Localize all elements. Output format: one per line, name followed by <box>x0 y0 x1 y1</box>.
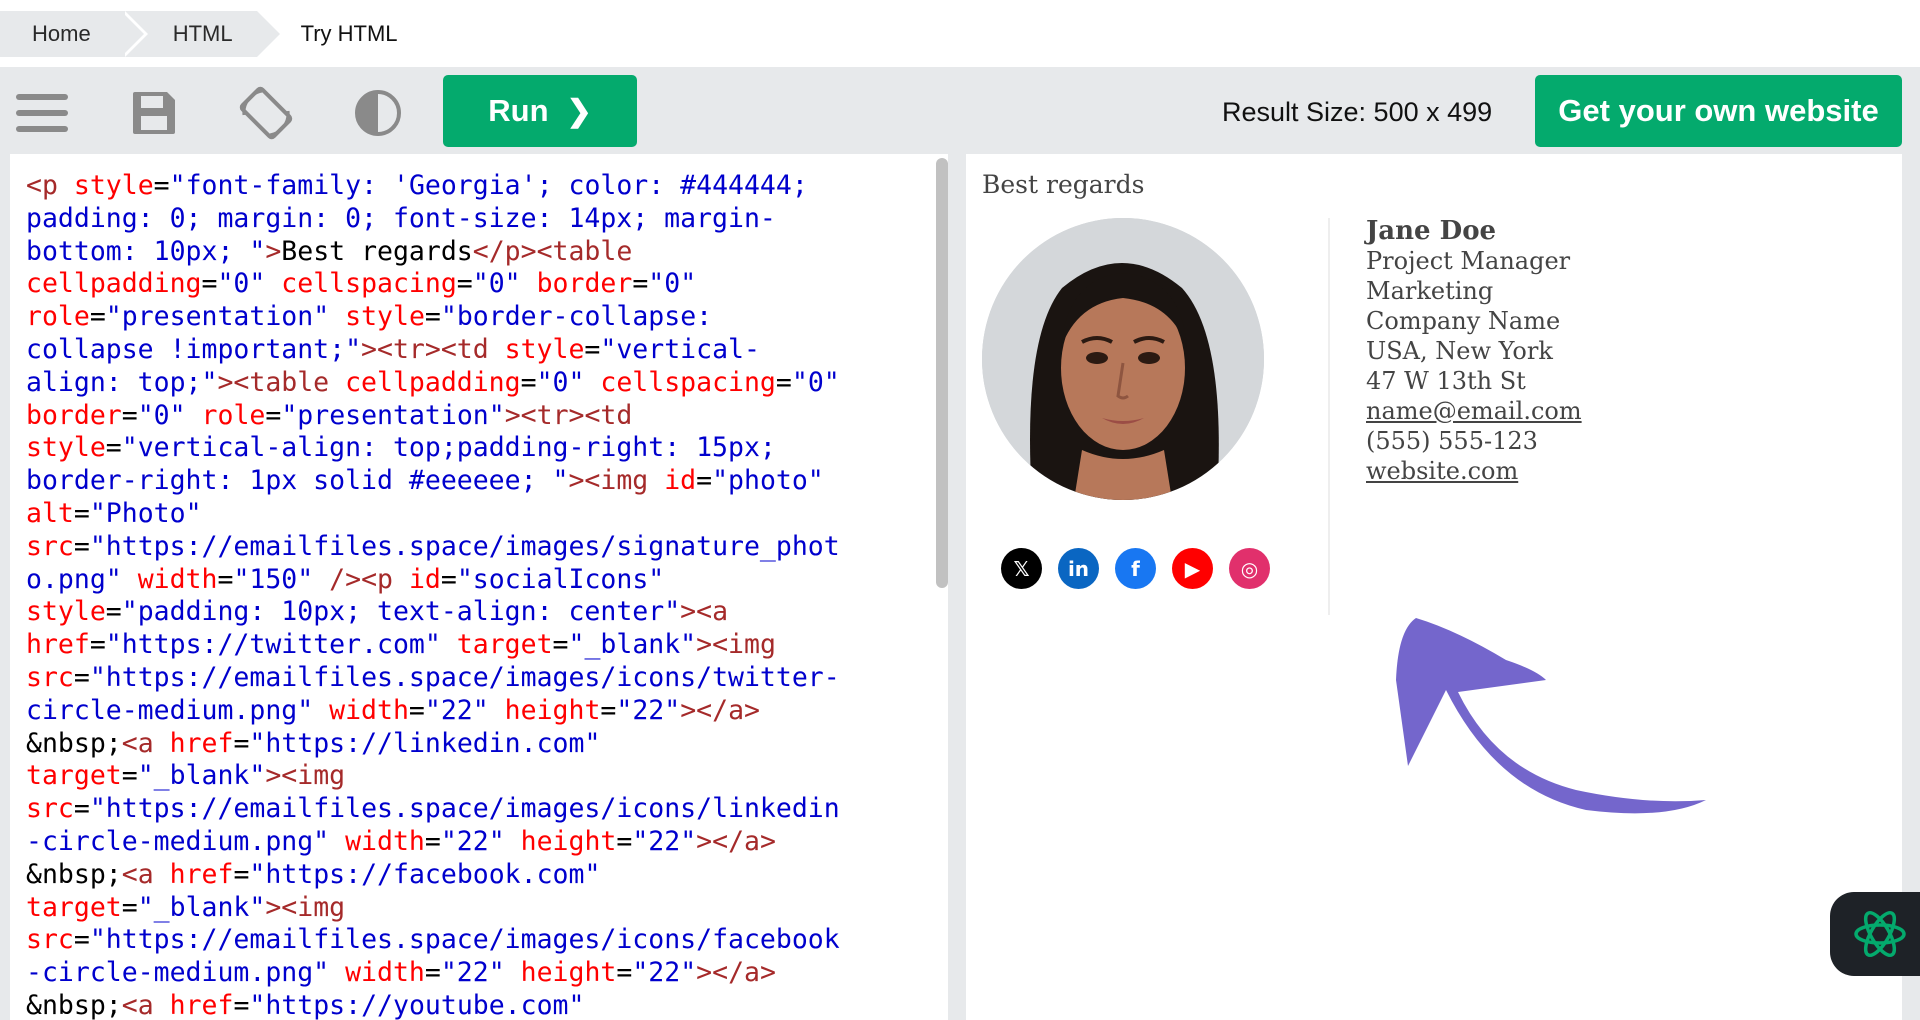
code-line[interactable]: target="_blank"><img <box>26 892 906 925</box>
signature-address: 47 W 13th St <box>1366 367 1526 395</box>
code-line[interactable]: collapse !important;"><tr><td style="ver… <box>26 334 906 367</box>
signature-website-link[interactable]: website.com <box>1366 457 1518 485</box>
run-button[interactable]: Run ❯ <box>443 75 637 147</box>
code-line[interactable]: src="https://emailfiles.space/images/ico… <box>26 662 906 695</box>
signature-details: Jane Doe Project Manager Marketing Compa… <box>1366 216 1582 486</box>
signature-email-link[interactable]: name@email.com <box>1366 397 1582 425</box>
signature-phone: (555) 555-123 <box>1366 427 1538 455</box>
code-line[interactable]: &nbsp;<a href="https://linkedin.com" <box>26 728 906 761</box>
result-panel: Best regards 𝕏in f ▶ ◎ Jane Doe Project Man… <box>966 154 1902 1020</box>
x-icon[interactable]: 𝕏 <box>1001 548 1042 589</box>
linkedin-icon[interactable]: in <box>1058 548 1099 589</box>
code-text[interactable]: <p style="font-family: 'Georgia'; color:… <box>26 170 906 1020</box>
code-line[interactable]: bottom: 10px; ">Best regards</p><table <box>26 236 906 269</box>
code-line[interactable]: circle-medium.png" width="22" height="22… <box>26 695 906 728</box>
code-line[interactable]: src="https://emailfiles.space/images/ico… <box>26 924 906 957</box>
code-line[interactable]: &nbsp;<a href="https://youtube.com" <box>26 990 906 1020</box>
social-icons: 𝕏in f ▶ ◎ <box>1001 548 1270 589</box>
signature-greeting: Best regards <box>982 170 1145 199</box>
code-line[interactable]: src="https://emailfiles.space/images/sig… <box>26 531 906 564</box>
code-line[interactable]: o.png" width="150" /><p id="socialIcons" <box>26 564 906 597</box>
youtube-icon[interactable]: ▶ <box>1172 548 1213 589</box>
code-editor[interactable]: <p style="font-family: 'Georgia'; color:… <box>10 154 948 1020</box>
code-line[interactable]: role="presentation" style="border-collap… <box>26 301 906 334</box>
facebook-icon[interactable]: f <box>1115 548 1156 589</box>
chevron-right-icon: ❯ <box>566 94 592 128</box>
breadcrumb-html-label: HTML <box>172 20 233 46</box>
code-line[interactable]: <p style="font-family: 'Georgia'; color:… <box>26 170 906 203</box>
signature-title: Project Manager <box>1366 247 1571 275</box>
code-line[interactable]: src="https://emailfiles.space/images/ico… <box>26 793 906 826</box>
code-line[interactable]: align: top;"><table cellpadding="0" cell… <box>26 367 906 400</box>
run-button-label: Run <box>488 93 549 128</box>
code-line[interactable]: border="0" role="presentation"><tr><td <box>26 400 906 433</box>
code-line[interactable]: style="padding: 10px; text-align: center… <box>26 596 906 629</box>
signature-divider <box>1328 218 1330 615</box>
breadcrumb-home-label: Home <box>32 20 91 46</box>
toolbar: Run ❯ Result Size: 500 x 499 Get your ow… <box>0 67 1920 154</box>
instagram-icon[interactable]: ◎ <box>1229 548 1270 589</box>
ai-assistant-button[interactable] <box>1830 892 1920 976</box>
save-icon[interactable] <box>126 85 182 141</box>
signature-location: USA, New York <box>1366 337 1553 365</box>
editor-scrollbar[interactable] <box>936 158 948 588</box>
rotate-icon[interactable] <box>238 85 294 141</box>
breadcrumb-home[interactable]: Home <box>0 10 148 57</box>
breadcrumb-current-label: Try HTML <box>300 20 398 46</box>
breadcrumb: Home HTML Try HTML <box>0 0 1920 67</box>
sparkle-icon <box>1854 910 1906 958</box>
code-line[interactable]: &nbsp;<a href="https://facebook.com" <box>26 859 906 892</box>
contrast-icon[interactable] <box>350 85 406 141</box>
code-line[interactable]: cellpadding="0" cellspacing="0" border="… <box>26 268 906 301</box>
result-size-label: Result Size: 500 x 499 <box>1222 97 1493 127</box>
code-line[interactable]: href="https://twitter.com" target="_blan… <box>26 629 906 662</box>
signature-department: Marketing <box>1366 277 1494 305</box>
menu-icon[interactable] <box>14 85 70 141</box>
code-line[interactable]: -circle-medium.png" width="22" height="2… <box>26 826 906 859</box>
code-line[interactable]: -circle-medium.png" width="22" height="2… <box>26 957 906 990</box>
code-line[interactable]: alt="Photo" <box>26 498 906 531</box>
signature-company: Company Name <box>1366 307 1561 335</box>
code-line[interactable]: border-right: 1px solid #eeeeee; "><img … <box>26 465 906 498</box>
signature-photo <box>982 218 1264 500</box>
signature-name: Jane Doe <box>1366 216 1497 246</box>
code-line[interactable]: style="vertical-align: top;padding-right… <box>26 432 906 465</box>
get-your-own-website-button[interactable]: Get your own website <box>1535 75 1902 147</box>
pointer-arrow-icon <box>1396 618 1706 814</box>
panel-divider[interactable] <box>948 154 966 1020</box>
code-line[interactable]: target="_blank"><img <box>26 760 906 793</box>
code-line[interactable]: padding: 0; margin: 0; font-size: 14px; … <box>26 203 906 236</box>
